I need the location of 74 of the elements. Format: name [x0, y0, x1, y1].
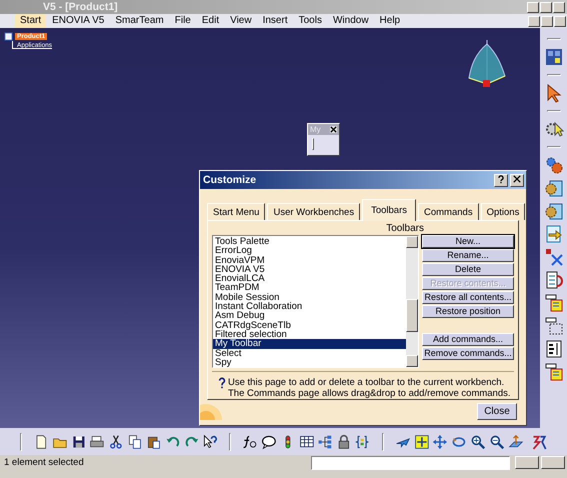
- tab[interactable]: Options: [480, 203, 526, 220]
- close-button[interactable]: [510, 174, 524, 186]
- maximize-button[interactable]: [540, 2, 552, 12]
- close-button[interactable]: Close: [477, 403, 517, 420]
- status-button[interactable]: [515, 456, 539, 469]
- 3d-viewport[interactable]: [0, 28, 540, 428]
- menu-item[interactable]: Tools: [294, 14, 327, 28]
- menu-item[interactable]: Edit: [196, 14, 224, 28]
- list-item[interactable]: Asm Debug: [213, 311, 406, 321]
- menu-item[interactable]: File: [170, 14, 196, 28]
- list-label: Toolbars: [385, 223, 425, 235]
- close-button[interactable]: [554, 16, 566, 26]
- menu-item[interactable]: Help: [374, 14, 406, 28]
- minimize-button[interactable]: [528, 16, 540, 26]
- list-item[interactable]: Filtered selection: [213, 330, 406, 340]
- status-button[interactable]: [541, 456, 565, 469]
- list-item[interactable]: My Toolbar: [213, 339, 406, 349]
- close-icon[interactable]: [330, 126, 337, 133]
- window-title: V5 - [Product1]: [43, 1, 119, 13]
- list-item[interactable]: EnoviaVPM: [213, 256, 406, 265]
- tab[interactable]: User Workbenches: [267, 203, 360, 220]
- close-button[interactable]: [553, 2, 565, 12]
- list-item[interactable]: ErrorLog: [213, 246, 406, 256]
- list-return-icon[interactable]: [544, 270, 564, 290]
- document-arrow-icon[interactable]: [544, 224, 564, 244]
- sort-icon[interactable]: [544, 339, 564, 359]
- question-mark-icon: [497, 174, 505, 184]
- grid-panel-icon[interactable]: [544, 47, 564, 67]
- help-button[interactable]: [494, 174, 508, 186]
- dialog-button[interactable]: New...: [422, 235, 514, 248]
- close-icon: [513, 174, 521, 182]
- list-item[interactable]: ENOVIA V5: [213, 264, 406, 274]
- scrollbar[interactable]: [406, 236, 418, 367]
- list-item[interactable]: EnovialLCA: [213, 274, 406, 284]
- dialog-button[interactable]: Rename...: [422, 249, 514, 262]
- list-item[interactable]: CATRdgSceneTlb: [213, 320, 406, 330]
- list-item[interactable]: Mobile Session: [213, 292, 406, 302]
- menu-item[interactable]: Start: [15, 14, 46, 28]
- list-item[interactable]: Instant Collaboration: [213, 302, 406, 312]
- dialog-button[interactable]: Restore all contents...: [422, 291, 514, 304]
- hint-text: Use this page to add or delete a toolbar to the current workbench.: [228, 377, 506, 388]
- product-icon[interactable]: [4, 32, 13, 41]
- dialog-button[interactable]: Add commands...: [422, 333, 514, 346]
- list-item[interactable]: TeamPDM: [213, 283, 406, 293]
- dialog-title: Customize: [203, 174, 258, 186]
- dialog-button[interactable]: Delete: [422, 263, 514, 276]
- toolbar-tree-icon[interactable]: [544, 293, 564, 313]
- dialog-button[interactable]: Remove commands...: [422, 347, 514, 360]
- list-item[interactable]: Tools Palette: [213, 237, 406, 246]
- hint-text: The Commands page allows drag&drop to add/remove commands.: [228, 388, 511, 399]
- list-item[interactable]: Spy: [213, 358, 406, 368]
- list-item[interactable]: Select: [213, 348, 406, 358]
- tab[interactable]: Start Menu: [207, 203, 266, 220]
- question-mark-icon: [218, 377, 226, 389]
- restore-button[interactable]: [541, 16, 553, 26]
- menu-item[interactable]: View: [225, 14, 257, 28]
- status-text: 1 element selected: [4, 457, 85, 468]
- menu-item[interactable]: Insert: [258, 14, 293, 28]
- dotted-frame-icon[interactable]: [544, 316, 564, 336]
- dialog-button[interactable]: Restore position: [422, 305, 514, 318]
- menu-item[interactable]: Window: [328, 14, 374, 28]
- minimize-button[interactable]: [527, 2, 539, 12]
- menu-item[interactable]: SmarTeam: [110, 14, 169, 28]
- gear-document-icon[interactable]: [544, 178, 564, 198]
- toolbar-title: My: [310, 125, 321, 134]
- toolbar-tree-icon[interactable]: [544, 362, 564, 382]
- tab[interactable]: Toolbars: [362, 199, 416, 221]
- command-field[interactable]: [311, 456, 510, 470]
- gear-document-icon[interactable]: [544, 201, 564, 221]
- gear-cursor-icon[interactable]: [544, 119, 564, 139]
- tab[interactable]: Commands: [418, 203, 479, 220]
- cross-arrows-icon[interactable]: [544, 247, 564, 267]
- gears-icon[interactable]: [544, 155, 564, 175]
- menu-item[interactable]: ENOVIA V5: [47, 14, 110, 28]
